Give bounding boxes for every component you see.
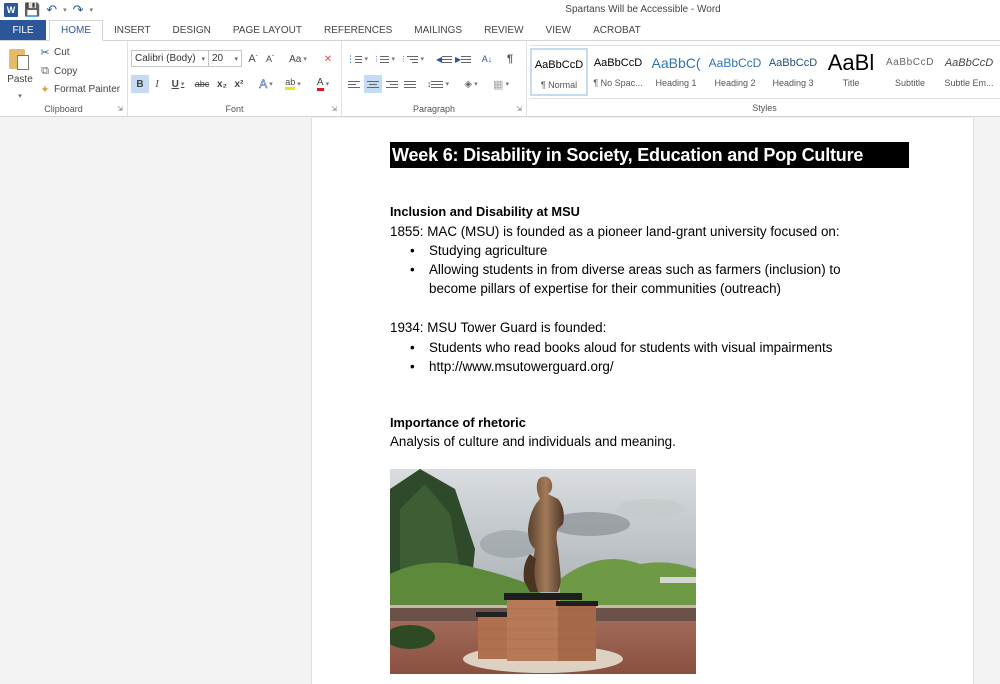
- paste-label: Paste: [7, 74, 33, 85]
- justify-button[interactable]: [402, 75, 418, 93]
- font-group: Calibri (Body) ▾ 20 ▾ Aˆ Aˇ Aa ▾ ✕ B I U ▾ a…: [128, 41, 342, 117]
- decrease-indent-button[interactable]: ◀: [436, 50, 452, 68]
- underline-button[interactable]: U ▾: [166, 75, 190, 93]
- italic-button[interactable]: I: [150, 75, 164, 93]
- align-center-button[interactable]: [364, 75, 382, 93]
- tab-design[interactable]: DESIGN: [162, 20, 222, 40]
- paragraph-launcher-icon[interactable]: ⇲: [516, 105, 522, 113]
- tab-page-layout[interactable]: PAGE LAYOUT: [222, 20, 313, 40]
- clipboard-group-label: Clipboard: [44, 104, 83, 114]
- show-formatting-marks-button[interactable]: ¶: [503, 50, 517, 68]
- style-no-spacing[interactable]: AaBbCcD ¶ No Spac...: [589, 48, 647, 96]
- format-painter-label: Format Painter: [54, 84, 121, 95]
- text-effects-button[interactable]: A ▾: [254, 75, 278, 93]
- paragraph-group-label: Paragraph: [412, 104, 456, 114]
- multilevel-list-button[interactable]: ⋮ ▾: [400, 50, 424, 68]
- ribbon: Paste ▾ ✂ Cut ⧉ Copy ✦ Format Painter Cl…: [0, 41, 1000, 117]
- shading-button[interactable]: ◈ ▾: [458, 75, 484, 93]
- tab-home[interactable]: HOME: [49, 20, 103, 41]
- font-color-button[interactable]: A ▾: [310, 75, 336, 93]
- grow-font-button[interactable]: Aˆ: [246, 50, 260, 68]
- section-heading-inclusion[interactable]: Inclusion and Disability at MSU: [390, 202, 580, 221]
- bold-button[interactable]: B: [131, 75, 149, 93]
- font-launcher-icon[interactable]: ⇲: [331, 105, 337, 113]
- style-normal[interactable]: AaBbCcD ¶ Normal: [530, 48, 588, 96]
- font-name-combo[interactable]: Calibri (Body) ▾: [131, 50, 209, 67]
- ribbon-tabs: FILE HOME INSERT DESIGN PAGE LAYOUT REFE…: [0, 20, 1000, 41]
- tab-insert[interactable]: INSERT: [103, 20, 162, 40]
- subscript-button[interactable]: x₂: [214, 75, 230, 93]
- align-left-button[interactable]: [346, 75, 362, 93]
- style-subtitle[interactable]: AaBbCcD Subtitle: [881, 48, 939, 96]
- bullet-icon: •: [410, 359, 415, 374]
- chevron-down-icon: ▾: [234, 55, 238, 63]
- copy-icon: ⧉: [41, 65, 49, 77]
- clipboard-launcher-icon[interactable]: ⇲: [117, 105, 123, 113]
- paintbrush-icon: ✦: [40, 84, 50, 96]
- tab-review[interactable]: REVIEW: [473, 20, 534, 40]
- strikethrough-button[interactable]: abc: [192, 75, 212, 93]
- shrink-font-button[interactable]: Aˇ: [263, 50, 277, 68]
- paragraph-rhetoric[interactable]: Analysis of culture and individuals and …: [390, 432, 676, 451]
- bullets-button[interactable]: ⋮ ▾: [346, 50, 368, 68]
- sort-button[interactable]: A↓: [479, 50, 495, 68]
- bullet-icon: •: [410, 262, 415, 277]
- style-title[interactable]: AaBl Title: [822, 48, 880, 96]
- paragraph-group: ⋮ ▾ ⋮ ▾ ⋮ ▾ ◀ ▶ A↓ ¶ ↕ ▾ ◈ ▾ ▦ ▾ Paragraph ⇲: [342, 41, 527, 117]
- font-size-combo[interactable]: 20 ▾: [208, 50, 242, 67]
- superscript-button[interactable]: x²: [231, 75, 247, 93]
- borders-button[interactable]: ▦ ▾: [488, 75, 514, 93]
- tab-acrobat[interactable]: ACROBAT: [582, 20, 652, 40]
- paste-button[interactable]: Paste ▾: [6, 45, 34, 101]
- title-bar: W 💾 ↶ ▾ ↷ ▾ Spartans Will be Accessible …: [0, 0, 1000, 20]
- cut-label: Cut: [54, 47, 70, 58]
- line-spacing-button[interactable]: ↕ ▾: [426, 75, 450, 93]
- increase-indent-button[interactable]: ▶: [455, 50, 471, 68]
- tab-file[interactable]: FILE: [0, 20, 46, 40]
- highlight-button[interactable]: ab ▾: [280, 75, 306, 93]
- style-subtle-emphasis[interactable]: AaBbCcD Subtle Em...: [940, 48, 998, 96]
- clipboard-group: Paste ▾ ✂ Cut ⧉ Copy ✦ Format Painter Cl…: [0, 41, 128, 117]
- document-area: Week 6: Disability in Society, Education…: [0, 118, 1000, 684]
- copy-label: Copy: [54, 66, 78, 77]
- font-group-label: Font: [225, 104, 244, 114]
- align-right-button[interactable]: [384, 75, 400, 93]
- paste-dropdown-icon[interactable]: ▾: [18, 93, 22, 100]
- window-title: Spartans Will be Accessible - Word: [565, 4, 721, 15]
- tab-view[interactable]: VIEW: [535, 20, 583, 40]
- bullet-icon: •: [410, 340, 415, 355]
- scissors-icon: ✂: [40, 47, 50, 59]
- font-size-value: 20: [212, 53, 224, 64]
- paragraph-1934[interactable]: 1934: MSU Tower Guard is founded:: [390, 318, 606, 337]
- chevron-down-icon: ▾: [201, 55, 205, 63]
- format-painter-button[interactable]: ✦ Format Painter: [39, 83, 120, 96]
- styles-group-label: Styles: [752, 103, 777, 113]
- tab-mailings[interactable]: MAILINGS: [403, 20, 473, 40]
- spartan-statue-image[interactable]: [390, 469, 696, 674]
- styles-gallery: AaBbCcD ¶ Normal AaBbCcD ¶ No Spac... Aa…: [529, 45, 1000, 99]
- paragraph-1855[interactable]: 1855: MAC (MSU) is founded as a pioneer …: [390, 222, 840, 241]
- cut-button[interactable]: ✂ Cut: [39, 46, 70, 59]
- change-case-button[interactable]: Aa ▾: [284, 50, 312, 68]
- tab-references[interactable]: REFERENCES: [313, 20, 403, 40]
- style-heading-1[interactable]: AaBbC( Heading 1: [647, 48, 705, 96]
- document-page[interactable]: Week 6: Disability in Society, Education…: [311, 118, 974, 684]
- style-heading-2[interactable]: AaBbCcD Heading 2: [706, 48, 764, 96]
- clear-formatting-icon[interactable]: ✕: [320, 50, 336, 68]
- numbering-button[interactable]: ⋮ ▾: [373, 50, 395, 68]
- style-heading-3[interactable]: AaBbCcD Heading 3: [764, 48, 822, 96]
- section-heading-rhetoric[interactable]: Importance of rhetoric: [390, 413, 526, 432]
- paste-icon: [9, 47, 31, 71]
- font-name-value: Calibri (Body): [135, 53, 196, 64]
- bullet-icon: •: [410, 243, 415, 258]
- copy-button[interactable]: ⧉ Copy: [39, 65, 77, 78]
- document-title[interactable]: Week 6: Disability in Society, Education…: [390, 142, 909, 168]
